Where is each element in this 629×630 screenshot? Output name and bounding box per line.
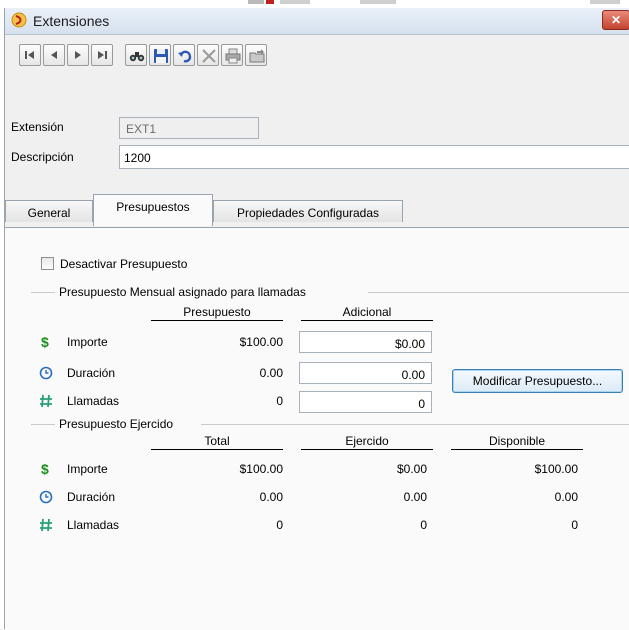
spent-row-label: Llamadas	[67, 518, 120, 532]
first-record-button[interactable]	[19, 44, 41, 66]
tab-presupuestos[interactable]: Presupuestos	[93, 194, 213, 226]
spent-group-border-right	[201, 424, 629, 425]
spent-disponible-value: $100.00	[534, 462, 578, 476]
tab-propiedades-configuradas[interactable]: Propiedades Configuradas	[213, 200, 403, 222]
window-title: Extensiones	[33, 13, 110, 29]
spent-ejercido-value: $0.00	[396, 462, 427, 476]
next-record-icon	[75, 51, 81, 59]
background-app-strip	[0, 0, 629, 8]
monthly-budget-value: $100.00	[239, 335, 283, 349]
description-field[interactable]: 1200	[119, 145, 629, 169]
binoculars-icon	[129, 52, 145, 62]
monthly-group-border	[31, 292, 55, 293]
monthly-row-label: Importe	[67, 335, 108, 349]
spent-total-value: $100.00	[239, 462, 283, 476]
app-logo-icon	[11, 12, 27, 28]
extensiones-window: Extensiones ✕ Extensión EXT1 Descripción…	[4, 8, 629, 630]
previous-record-icon	[51, 51, 57, 59]
spent-group-border	[31, 424, 55, 425]
hash-icon	[40, 518, 52, 532]
printer-icon	[225, 48, 241, 64]
spent-ejercido-value: 0	[420, 518, 427, 532]
spent-row-label: Importe	[67, 462, 108, 476]
spent-disponible-value: 0.00	[554, 490, 578, 504]
last-record-icon	[98, 51, 107, 59]
tab-strip: General Presupuestos Propiedades Configu…	[5, 192, 629, 228]
spent-group-title: Presupuesto Ejercido	[59, 417, 174, 431]
delete-button[interactable]	[197, 44, 219, 66]
spent-total-value: 0	[276, 518, 283, 532]
folder-export-icon	[249, 49, 265, 63]
additional-llamadas-input[interactable]: 0	[299, 391, 432, 413]
extension-label: Extensión	[11, 120, 64, 134]
dollar-icon: $	[41, 462, 49, 476]
deactivate-budget-label: Desactivar Presupuesto	[60, 257, 188, 271]
description-label: Descripción	[11, 150, 74, 164]
monthly-row-label: Duración	[67, 366, 116, 380]
deactivate-budget-checkbox[interactable]	[41, 257, 54, 270]
col-head-adicional: Adicional	[301, 305, 433, 321]
dollar-icon: $	[41, 335, 49, 349]
title-bar[interactable]: Extensiones ✕	[5, 8, 629, 35]
export-button[interactable]	[245, 44, 267, 66]
clock-icon	[39, 366, 53, 380]
spent-total-value: 0.00	[259, 490, 283, 504]
clock-icon	[39, 490, 53, 504]
extension-field: EXT1	[119, 117, 259, 139]
next-record-button[interactable]	[67, 44, 89, 66]
additional-importe-input[interactable]: $0.00	[299, 331, 432, 353]
svg-text:$: $	[41, 462, 49, 476]
save-button[interactable]	[149, 44, 171, 66]
col-head-disponible: Disponible	[451, 434, 583, 450]
hash-icon	[40, 394, 52, 408]
spent-disponible-value: 0	[571, 518, 578, 532]
modify-budget-button[interactable]: Modificar Presupuesto...	[452, 369, 623, 393]
svg-text:$: $	[41, 335, 49, 349]
last-record-button[interactable]	[91, 44, 113, 66]
undo-icon	[178, 50, 192, 63]
monthly-row-label: Llamadas	[67, 394, 120, 408]
additional-duracion-input[interactable]: 0.00	[299, 362, 432, 384]
presupuestos-panel: Desactivar Presupuesto Presupuesto Mensu…	[5, 227, 629, 630]
monthly-budget-value: 0.00	[259, 366, 283, 380]
close-button[interactable]: ✕	[602, 10, 629, 30]
floppy-disk-icon	[154, 49, 168, 63]
spent-ejercido-value: 0.00	[403, 490, 427, 504]
first-record-icon	[25, 51, 34, 59]
col-head-total: Total	[151, 434, 283, 450]
spent-row-label: Duración	[67, 490, 116, 504]
print-button[interactable]	[221, 44, 243, 66]
delete-x-icon	[202, 49, 216, 63]
monthly-group-border-right	[368, 292, 629, 293]
search-button[interactable]	[125, 44, 147, 66]
monthly-group-title: Presupuesto Mensual asignado para llamad…	[59, 285, 306, 299]
undo-button[interactable]	[173, 44, 195, 66]
col-head-ejercido: Ejercido	[301, 434, 433, 450]
col-head-presupuesto: Presupuesto	[151, 305, 283, 321]
monthly-budget-value: 0	[276, 394, 283, 408]
tab-general[interactable]: General	[5, 200, 93, 222]
previous-record-button[interactable]	[43, 44, 65, 66]
